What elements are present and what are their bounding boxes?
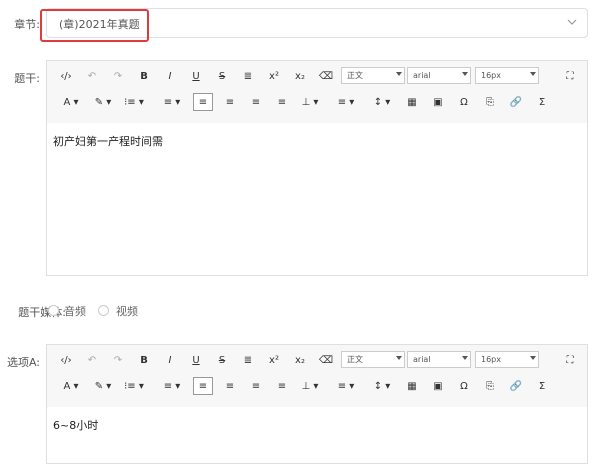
align-center-button[interactable]: ≡ [221,377,239,395]
align-justify-button[interactable]: ≡ [273,93,291,111]
bold-button[interactable]: B [135,351,153,369]
highlight-box [40,9,149,42]
align-left-button[interactable]: ≡ [193,93,213,111]
forecolor-button[interactable]: A ▾ [59,377,83,395]
audio-radio-label[interactable]: 音频 [64,303,86,319]
vertical-align-button[interactable]: ⊥ ▾ [297,93,323,111]
fullscreen-icon[interactable]: ⛶ [561,351,579,369]
image-icon[interactable]: ▣ [429,93,447,111]
source-code-button[interactable]: ‹/› [57,67,75,85]
undo-button[interactable]: ↶ [83,67,101,85]
align-left-button[interactable]: ≡ [193,377,213,395]
superscript-button[interactable]: x² [265,351,283,369]
bold-button[interactable]: B [135,67,153,85]
fontsize-select[interactable]: 16px [475,351,539,368]
paragraph-select[interactable]: 正文 [341,67,405,84]
underline-button[interactable]: U [187,351,205,369]
subscript-button[interactable]: x₂ [291,351,309,369]
link-icon[interactable]: 🔗 [507,93,525,111]
underline-button[interactable]: U [187,67,205,85]
unordered-list-button[interactable]: ≡ ▾ [159,377,185,395]
line-height-button[interactable]: ↕ ▾ [369,377,395,395]
stem-editor[interactable]: ‹/› ↶ ↷ B I U S ≣ x² x₂ ⌫ 正文 arial 16px … [46,60,588,276]
redo-button[interactable]: ↷ [109,67,127,85]
paste-icon[interactable]: ⎘ [481,93,499,111]
eraser-icon[interactable]: ⌫ [317,67,335,85]
stem-label: 题干: [14,72,40,85]
link-icon[interactable]: 🔗 [507,377,525,395]
chapter-label: 章节: [14,18,40,31]
special-char-icon[interactable]: Ω [455,377,473,395]
option-a-content[interactable]: 6~8小时 [53,417,98,433]
align-right-button[interactable]: ≡ [247,93,265,111]
line-height-button[interactable]: ↕ ▾ [369,93,395,111]
option-a-editor[interactable]: ‹/› ↶ ↷ B I U S ≣ x² x₂ ⌫ 正文 arial 16px … [46,344,588,464]
paragraph-spacing-button[interactable]: ≡ ▾ [333,377,359,395]
hr-button[interactable]: ≣ [239,67,257,85]
backcolor-button[interactable]: ✎ ▾ [91,93,115,111]
undo-button[interactable]: ↶ [83,351,101,369]
video-radio-label[interactable]: 视频 [116,303,138,319]
table-icon[interactable]: ▦ [403,377,421,395]
audio-radio[interactable] [48,305,59,316]
formula-icon[interactable]: Σ [533,93,551,111]
italic-button[interactable]: I [161,351,179,369]
table-icon[interactable]: ▦ [403,93,421,111]
special-char-icon[interactable]: Ω [455,93,473,111]
font-select[interactable]: arial [407,67,471,84]
fullscreen-icon[interactable]: ⛶ [561,67,579,85]
superscript-button[interactable]: x² [265,67,283,85]
italic-button[interactable]: I [161,67,179,85]
hr-button[interactable]: ≣ [239,351,257,369]
fontsize-select[interactable]: 16px [475,67,539,84]
paragraph-select[interactable]: 正文 [341,351,405,368]
ordered-list-button[interactable]: ⁝≡ ▾ [121,93,147,111]
subscript-button[interactable]: x₂ [291,67,309,85]
ordered-list-button[interactable]: ⁝≡ ▾ [121,377,147,395]
align-right-button[interactable]: ≡ [247,377,265,395]
paragraph-spacing-button[interactable]: ≡ ▾ [333,93,359,111]
stem-toolbar: ‹/› ↶ ↷ B I U S ≣ x² x₂ ⌫ 正文 arial 16px … [47,61,587,123]
option-a-toolbar: ‹/› ↶ ↷ B I U S ≣ x² x₂ ⌫ 正文 arial 16px … [47,345,587,407]
font-select[interactable]: arial [407,351,471,368]
image-icon[interactable]: ▣ [429,377,447,395]
strikethrough-button[interactable]: S [213,351,231,369]
option-a-label: 选项A: [6,356,40,369]
backcolor-button[interactable]: ✎ ▾ [91,377,115,395]
forecolor-button[interactable]: A ▾ [59,93,83,111]
source-code-button[interactable]: ‹/› [57,351,75,369]
chevron-down-icon [567,19,577,25]
paste-icon[interactable]: ⎘ [481,377,499,395]
align-justify-button[interactable]: ≡ [273,377,291,395]
vertical-align-button[interactable]: ⊥ ▾ [297,377,323,395]
strikethrough-button[interactable]: S [213,67,231,85]
formula-icon[interactable]: Σ [533,377,551,395]
video-radio[interactable] [98,305,109,316]
eraser-icon[interactable]: ⌫ [317,351,335,369]
stem-content[interactable]: 初产妇第一产程时间需 [53,133,163,149]
align-center-button[interactable]: ≡ [221,93,239,111]
redo-button[interactable]: ↷ [109,351,127,369]
unordered-list-button[interactable]: ≡ ▾ [159,93,185,111]
